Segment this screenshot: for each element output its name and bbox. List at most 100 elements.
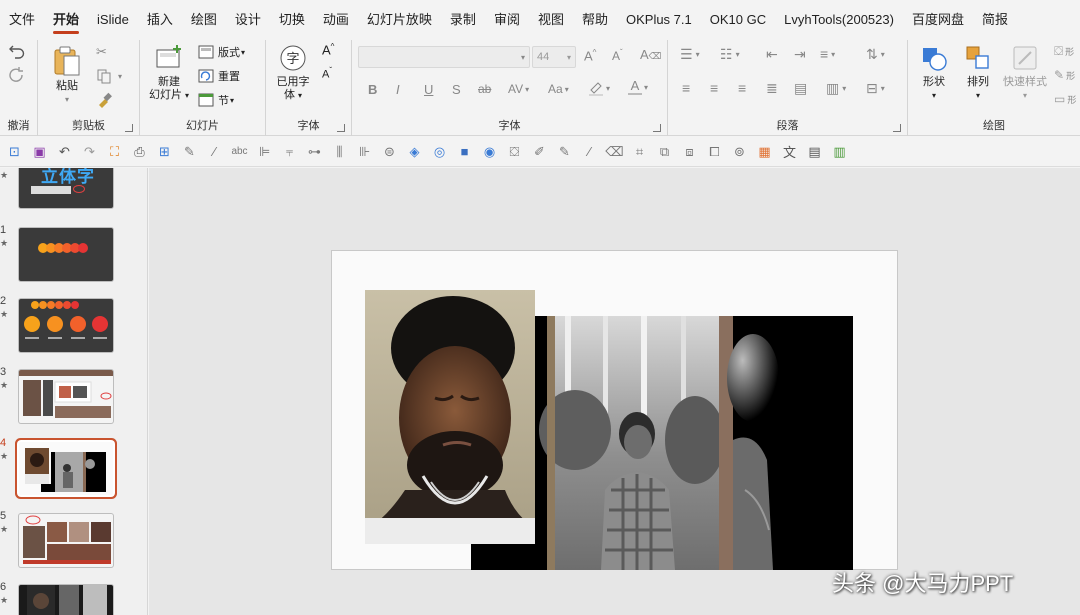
toolbar-button-29[interactable]: ⊚ <box>727 141 752 163</box>
toolbar-button-6[interactable]: ⊞ <box>152 141 177 163</box>
toolbar-button-13[interactable]: ⫼ <box>327 141 352 163</box>
toolbar-button-11[interactable]: ⫧ <box>277 141 302 163</box>
toolbar-button-2[interactable]: ↶ <box>52 141 77 163</box>
align-left-button[interactable]: ≡ <box>682 80 690 96</box>
toolbar-button-0[interactable]: ⊡ <box>2 141 27 163</box>
menu-tab-17[interactable]: 简报 <box>973 0 1017 40</box>
cut-button[interactable]: ✂ <box>96 44 107 60</box>
format-painter-button[interactable] <box>96 92 112 108</box>
toolbar-button-22[interactable]: ✎ <box>552 141 577 163</box>
slide-thumbnail-3[interactable] <box>19 370 113 423</box>
menu-tab-13[interactable]: OKPlus 7.1 <box>617 0 701 40</box>
toolbar-button-17[interactable]: ◎ <box>427 141 452 163</box>
font-color-button[interactable]: A ▾ <box>628 79 648 95</box>
menu-tab-6[interactable]: 切换 <box>270 0 314 40</box>
toolbar-button-30[interactable]: ▦ <box>752 141 777 163</box>
align-right-button[interactable]: ≡ <box>738 80 746 96</box>
shape-effects-button[interactable]: ▭ 形 <box>1054 92 1076 106</box>
toolbar-button-28[interactable]: ⧠ <box>702 141 727 163</box>
toolbar-button-27[interactable]: ⧈ <box>677 141 702 163</box>
toolbar-button-8[interactable]: ⁄ <box>202 141 227 163</box>
quick-styles-button[interactable]: 快速样式 ▾ <box>1000 44 1050 102</box>
shrink-font-button[interactable]: Aˇ <box>322 66 332 81</box>
menu-tab-3[interactable]: 插入 <box>138 0 182 40</box>
line-spacing-button[interactable]: ≡ ▾ <box>820 46 835 62</box>
paste-button[interactable]: 粘贴 ▾ <box>50 44 84 106</box>
decrease-indent-button[interactable]: ⇤ <box>766 46 778 63</box>
toolbar-button-32[interactable]: ▤ <box>802 141 827 163</box>
menu-tab-15[interactable]: LvyhTools(200523) <box>775 0 903 40</box>
toolbar-button-14[interactable]: ⊪ <box>352 141 377 163</box>
menu-tab-2[interactable]: iSlide <box>88 0 138 40</box>
toolbar-button-24[interactable]: ⌫ <box>602 141 627 163</box>
numbering-button[interactable]: ☷ ▾ <box>720 46 740 63</box>
distribute-button[interactable]: ▤ <box>794 80 807 97</box>
menu-tab-16[interactable]: 百度网盘 <box>903 0 973 40</box>
toolbar-button-26[interactable]: ⧉ <box>652 141 677 163</box>
slide-thumbnail-1[interactable] <box>19 228 113 281</box>
bold-button[interactable]: B <box>368 82 377 97</box>
redo-button[interactable] <box>8 66 26 84</box>
undo-button[interactable] <box>8 42 26 60</box>
toolbar-button-21[interactable]: ✐ <box>527 141 552 163</box>
clipboard-launcher[interactable] <box>125 124 133 132</box>
slide-photo-collage[interactable] <box>365 290 855 570</box>
reset-button[interactable]: 重置 <box>198 68 240 84</box>
bullets-button[interactable]: ☰ ▾ <box>680 46 700 63</box>
strikethrough-button[interactable]: ab <box>478 82 491 96</box>
toolbar-button-16[interactable]: ◈ <box>402 141 427 163</box>
toolbar-button-19[interactable]: ◉ <box>477 141 502 163</box>
menu-tab-1[interactable]: 开始 <box>44 0 88 40</box>
justify-button[interactable]: ≣ <box>766 80 778 97</box>
menu-tab-11[interactable]: 视图 <box>529 0 573 40</box>
layout-button[interactable]: 版式 ▾ <box>198 44 245 60</box>
menu-tab-7[interactable]: 动画 <box>314 0 358 40</box>
shadow-button[interactable]: S <box>452 82 461 97</box>
section-button[interactable]: 节 ▾ <box>198 92 234 108</box>
slide-thumbnail-4-selected[interactable] <box>19 442 113 495</box>
char-spacing-button[interactable]: AV ▾ <box>508 82 529 96</box>
align-text-button[interactable]: ⊟ ▾ <box>866 80 885 97</box>
new-slide-button[interactable]: 新建 幻灯片 ▾ <box>146 44 192 102</box>
change-case-button[interactable]: Aa ▾ <box>548 82 569 96</box>
columns-button[interactable]: ▥ ▾ <box>826 80 846 97</box>
toolbar-button-1[interactable]: ▣ <box>27 141 52 163</box>
toolbar-button-10[interactable]: ⊫ <box>252 141 277 163</box>
toolbar-button-7[interactable]: ✎ <box>177 141 202 163</box>
toolbar-button-3[interactable]: ↷ <box>77 141 102 163</box>
toolbar-button-20[interactable]: ⛋ <box>502 141 527 163</box>
grow-font-button[interactable]: A^ <box>322 42 334 57</box>
slide-thumbnail-2[interactable] <box>19 299 113 352</box>
used-fonts-launcher[interactable] <box>337 124 345 132</box>
shape-fill-button[interactable]: ⛋ 形 <box>1054 44 1074 59</box>
toolbar-button-9[interactable]: abc <box>227 141 252 163</box>
menu-tab-12[interactable]: 帮助 <box>573 0 617 40</box>
toolbar-button-4[interactable]: ⛶ <box>102 141 127 163</box>
paragraph-launcher[interactable] <box>893 124 901 132</box>
menu-tab-10[interactable]: 审阅 <box>485 0 529 40</box>
photo-young-man[interactable] <box>539 316 725 570</box>
toolbar-button-15[interactable]: ⊜ <box>377 141 402 163</box>
menu-tab-4[interactable]: 绘图 <box>182 0 226 40</box>
underline-button[interactable]: U <box>424 82 433 97</box>
shapes-button[interactable]: 形状 ▾ <box>916 44 952 102</box>
used-fonts-button[interactable]: 字 已用字 体 ▾ <box>272 44 314 102</box>
increase-size-button[interactable]: A^ <box>584 48 596 63</box>
clear-format-button[interactable]: A⌫ <box>640 47 661 62</box>
italic-button[interactable]: I <box>396 82 400 97</box>
menu-tab-8[interactable]: 幻灯片放映 <box>358 0 441 40</box>
slide-thumbnail-6[interactable] <box>19 585 113 615</box>
shape-outline-button[interactable]: ✎ 形 <box>1054 68 1075 82</box>
align-center-button[interactable]: ≡ <box>710 80 718 96</box>
slide-thumbnail-pane[interactable]: ★ 立体字 1 ★ 2 ★ 3 ★ 4 ★ 5 ★ 6 ★ <box>0 168 148 615</box>
font-name-select[interactable]: ▾ <box>358 46 530 68</box>
toolbar-button-25[interactable]: ⌗ <box>627 141 652 163</box>
toolbar-button-23[interactable]: ⁄ <box>577 141 602 163</box>
toolbar-button-31[interactable]: 文 <box>777 141 802 163</box>
font-size-select[interactable]: 44 ▾ <box>532 46 576 68</box>
portrait-photo-man[interactable] <box>365 290 535 544</box>
toolbar-button-5[interactable]: ⎙ <box>127 141 152 163</box>
menu-tab-5[interactable]: 设计 <box>226 0 270 40</box>
toolbar-button-33[interactable]: ▥ <box>827 141 852 163</box>
arrange-button[interactable]: 排列 ▾ <box>960 44 996 102</box>
